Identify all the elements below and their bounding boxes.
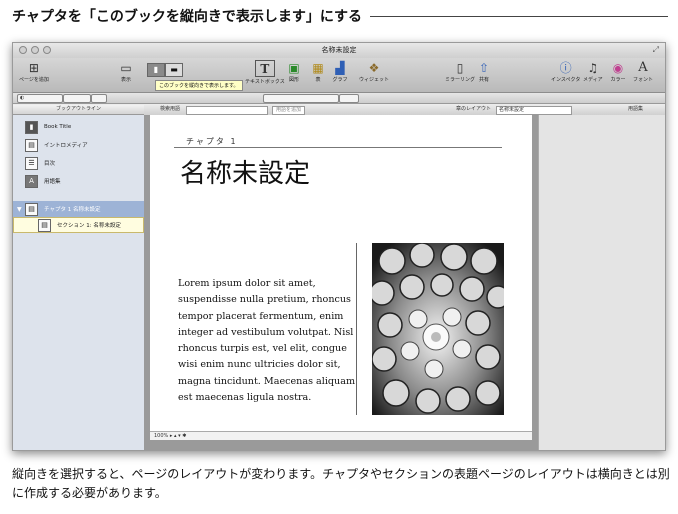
heading-rule [370, 15, 668, 17]
media-page-icon: ▤ [25, 138, 38, 152]
disclosure-triangle-icon[interactable]: ▼ [17, 206, 22, 213]
shape-button[interactable]: ▣ 図形 [285, 60, 303, 84]
sidebar-item-section-1[interactable]: ▤ セクション 1: 名称未設定 [13, 217, 144, 233]
page-heading: チャプタを「このブックを縦向きで表示します」にする [12, 6, 668, 26]
media-button[interactable]: ♫ メディア [583, 60, 603, 84]
chart-label: グラフ [332, 77, 348, 83]
share-label: 共有 [478, 77, 489, 83]
spacing-control[interactable] [339, 94, 359, 103]
toolbar: ⊞ ページを追加 ▭ 表示 ▮ ▬ T テキストボックス ▣ 図形 ▦ 表 ▟ … [13, 58, 665, 93]
inspector-label: インスペクタ [551, 77, 581, 83]
share-icon: ⇧ [478, 60, 490, 75]
shape-label: 図形 [288, 77, 299, 83]
mirror-label: ミラーリング [445, 77, 476, 83]
term-label: 検索用語 [160, 106, 181, 112]
dahlia-photo[interactable] [372, 243, 504, 415]
colors-icon: ◉ [612, 60, 624, 75]
fonts-icon: A [638, 60, 648, 75]
format-bar: ◐ [13, 93, 665, 104]
sidebar-item-label: 目次 [44, 161, 56, 167]
alignment-control[interactable] [263, 94, 339, 103]
share-button[interactable]: ⇧ 共有 [475, 60, 493, 84]
table-button[interactable]: ▦ 表 [309, 60, 327, 84]
book-icon: ▮ [25, 120, 38, 134]
body-text[interactable]: Lorem ipsum dolor sit amet, suspendisse … [178, 276, 356, 406]
table-label: 表 [315, 77, 321, 83]
media-icon: ♫ [587, 60, 599, 75]
window-title: 名称未設定 [321, 46, 357, 54]
chart-icon: ▟ [335, 60, 345, 75]
document-area: 検索用語 用語を追加 章のレイアウト 名称未設定 用語集 チャプタ 1 名称未設… [144, 105, 665, 450]
shape-icon: ▣ [288, 60, 300, 75]
mirror-icon: ▯ [456, 60, 464, 75]
size-popup[interactable] [91, 94, 107, 103]
sidebar-item-label: Book Title [44, 124, 72, 130]
sidebar-item-intro-media[interactable]: ▤ イントロメディア [13, 137, 144, 153]
fonts-label: フォント [633, 77, 654, 83]
sidebar-header: ブックアウトライン [13, 105, 144, 115]
widget-label: ウィジェット [359, 77, 390, 83]
widget-button[interactable]: ❖ ウィジェット [359, 60, 390, 84]
tooltip: このブックを縦向きで表示します。 [155, 80, 243, 91]
glossary-icon: A [25, 174, 38, 188]
document-page[interactable]: チャプタ 1 名称未設定 Lorem ipsum dolor sit amet,… [150, 115, 532, 440]
view-button[interactable]: ▭ 表示 [117, 60, 135, 84]
toc-icon: ☰ [25, 156, 38, 170]
heading-text: チャプタを「このブックを縦向きで表示します」にする [12, 9, 362, 25]
inspector-icon: ⓘ [559, 61, 572, 75]
mirror-button[interactable]: ▯ ミラーリング [445, 60, 476, 84]
sidebar-item-toc[interactable]: ☰ 目次 [13, 155, 144, 171]
add-page-label: ページを追加 [19, 77, 49, 83]
caption: 縦向きを選択すると、ページのレイアウトが変わります。チャプタやセクションの表題ペ… [12, 467, 670, 500]
sidebar-item-glossary[interactable]: A 用語集 [13, 173, 144, 189]
media-label: メディア [583, 77, 603, 83]
textbox-label: テキストボックス [245, 79, 285, 85]
right-pane [538, 115, 665, 450]
add-term-button[interactable]: 用語を追加 [272, 106, 306, 115]
add-page-button[interactable]: ⊞ ページを追加 [19, 60, 49, 84]
app-window: 名称未設定 ⤢ ⊞ ページを追加 ▭ 表示 ▮ ▬ T テキストボックス ▣ 図… [12, 42, 666, 451]
fonts-button[interactable]: A フォント [633, 60, 653, 83]
colors-button[interactable]: ◉ カラー [609, 60, 627, 84]
glossary-button[interactable]: 用語集 [628, 106, 643, 113]
page-nav-icon[interactable]: ▸ ▴ ▾ ✱ [170, 433, 187, 439]
layout-select[interactable]: 名称未設定 [496, 106, 572, 115]
book-outline-sidebar: ブックアウトライン ▮ Book Title ▤ イントロメディア ☰ 目次 A… [13, 105, 145, 450]
landscape-button[interactable]: ▬ [165, 63, 183, 77]
colors-label: カラー [610, 77, 626, 83]
layout-label: 章のレイアウト [456, 106, 492, 112]
textbox-icon: T [254, 60, 275, 77]
sidebar-item-label: イントロメディア [44, 143, 88, 149]
chapter-rule [174, 147, 502, 148]
inspector-button[interactable]: ⓘ インスペクタ [551, 60, 580, 83]
sidebar-item-label: チャプタ 1 名称未設定 [44, 207, 101, 213]
chapter-label[interactable]: チャプタ 1 [186, 136, 238, 147]
toolbar-toggle-icon[interactable]: ⤢ [653, 45, 659, 55]
orientation-control[interactable]: ▮ ▬ [147, 63, 183, 77]
chapter-icon: ▤ [25, 202, 38, 216]
status-bar: 100% ▸ ▴ ▾ ✱ [150, 431, 532, 440]
section-icon: ▤ [38, 218, 51, 232]
term-input[interactable] [186, 106, 268, 115]
zoom-level[interactable]: 100% [154, 433, 168, 439]
chart-button[interactable]: ▟ グラフ [331, 60, 349, 84]
view-label: 表示 [120, 77, 131, 83]
sidebar-item-label: セクション 1: 名称未設定 [57, 223, 121, 229]
sidebar-item-label: 用語集 [44, 179, 61, 185]
textbox-button[interactable]: T テキストボックス [245, 60, 285, 85]
add-page-icon: ⊞ [28, 60, 39, 75]
font-popup[interactable] [63, 94, 91, 103]
widget-icon: ❖ [368, 60, 380, 75]
table-icon: ▦ [312, 60, 324, 75]
chapter-title[interactable]: 名称未設定 [180, 153, 310, 190]
column-divider [356, 243, 357, 415]
portrait-button[interactable]: ▮ [147, 63, 165, 77]
view-icon: ▭ [120, 60, 132, 75]
sidebar-item-chapter-1[interactable]: ▼ ▤ チャプタ 1 名称未設定 [13, 201, 144, 217]
sidebar-item-book-title[interactable]: ▮ Book Title [13, 119, 144, 135]
style-popup[interactable]: ◐ [17, 94, 63, 103]
title-bar: 名称未設定 ⤢ [13, 43, 665, 58]
